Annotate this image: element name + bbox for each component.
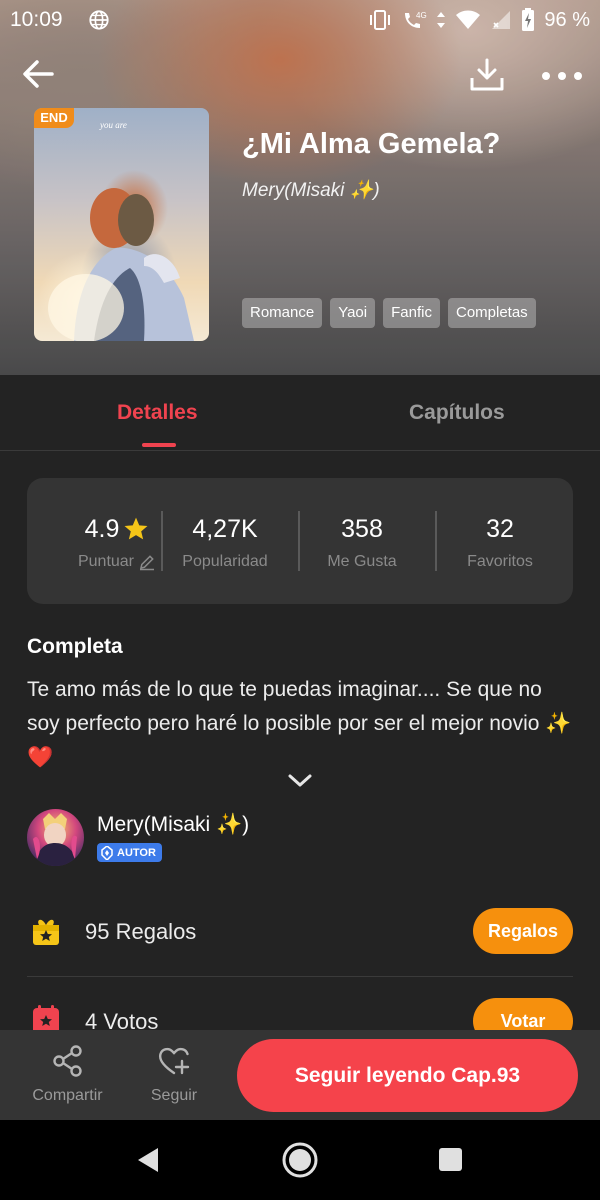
status-icons: 4G 96 % [368,8,590,32]
chevron-down-icon[interactable] [287,772,313,790]
status-time: 10:09 [10,8,63,31]
favorites-value: 32 [486,514,514,543]
battery-icon [522,8,535,31]
status-bar: 10:09 4G 96 % [0,0,600,42]
edit-icon [140,555,155,571]
share-label: Compartir [32,1087,103,1104]
avatar-illustration [33,813,77,866]
favorites-label: Favoritos [467,553,533,570]
follow-button[interactable]: Seguir [145,1044,203,1105]
stat-popularity: 4,27K Popularidad [157,514,293,571]
tag[interactable]: Yaoi [330,298,376,328]
globe-icon [89,10,109,30]
stat-favorites: 32 Favoritos [432,514,568,571]
download-icon[interactable] [468,56,506,94]
gift-icon [33,919,59,945]
tag-list: Romance Yaoi Fanfic Completas [242,298,536,328]
popularity-value: 4,27K [192,514,258,543]
tab-indicator [142,443,176,447]
verified-icon [101,845,113,860]
nav-recents-icon[interactable] [438,1147,463,1172]
author-name[interactable]: Mery(Misaki ✨) [97,813,249,837]
follow-label: Seguir [150,1087,198,1104]
cover-script: you are [99,120,127,130]
stat-likes: 358 Me Gusta [294,514,430,571]
book-title: ¿Mi Alma Gemela? [242,128,501,160]
likes-label: Me Gusta [327,553,397,570]
tag[interactable]: Romance [242,298,323,328]
back-arrow-icon[interactable] [20,56,56,92]
wifi-calling-icon: 4G [405,11,427,28]
star-icon [124,517,148,540]
tab-details[interactable]: Detalles [117,401,198,425]
end-badge: END [34,108,74,128]
author-badge-label: AUTOR [117,846,156,859]
tab-bar: Detalles Capítulos [0,375,600,451]
heart-plus-icon [158,1047,190,1075]
data-arrows-icon [437,12,446,28]
nav-back-icon[interactable] [134,1146,162,1174]
cover-illustration: you are [48,120,194,341]
completion-status: Completa [27,635,123,658]
avatar[interactable] [27,809,84,866]
tag[interactable]: Completas [447,298,536,328]
book-header: 10:09 4G 96 % you are END ¿Mi Alma Gemel… [0,0,600,375]
gifts-button[interactable]: Regalos [473,908,573,954]
nav-home-icon[interactable] [281,1141,319,1179]
likes-value: 358 [341,514,383,543]
popularity-label: Popularidad [182,553,268,570]
continue-reading-button[interactable]: Seguir leyendo Cap.93 [237,1039,578,1112]
battery-percent: 96 % [544,8,590,31]
wifi-icon [456,10,481,29]
gifts-count: 95 Regalos [85,919,197,944]
tag[interactable]: Fanfic [383,298,440,328]
rating-value: 4.9 [84,514,120,543]
network-label: 4G [416,11,427,20]
signal-icon [492,11,511,29]
tab-chapters[interactable]: Capítulos [409,401,505,425]
book-description: Te amo más de lo que te puedas imaginar.… [27,678,572,769]
more-icon[interactable] [540,62,584,90]
author-badge: AUTOR [97,843,162,862]
share-icon [52,1045,82,1077]
book-author[interactable]: Mery(Misaki ✨) [242,178,380,202]
bottom-action-bar: Compartir Seguir Seguir leyendo Cap.93 [0,1030,600,1120]
navigation-bar [0,1120,600,1200]
book-cover[interactable]: you are [34,108,209,341]
divider [27,976,573,977]
rating-label: Puntuar [77,553,135,570]
stats-card: 4.9 Puntuar 4,27K Popularidad 358 Me Gus… [27,478,573,604]
vibrate-icon [370,10,391,30]
share-button[interactable]: Compartir [30,1044,105,1105]
